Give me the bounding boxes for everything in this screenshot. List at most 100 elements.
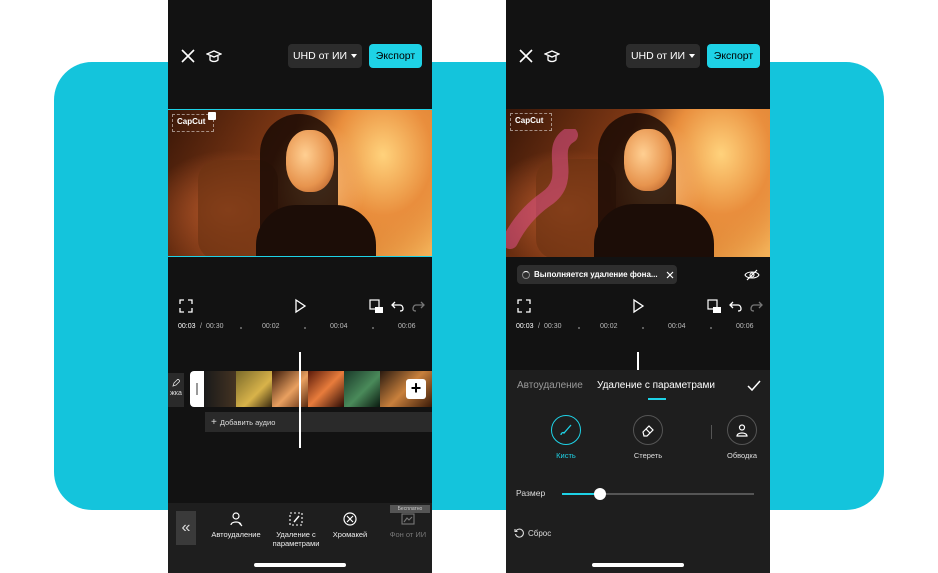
progress-text: Выполняется удаление фона... <box>534 270 658 279</box>
video-preview[interactable]: CapCut <box>168 109 432 257</box>
home-indicator <box>254 563 346 567</box>
add-audio-label: Добавить аудио <box>219 417 276 427</box>
redo-icon[interactable] <box>410 298 426 314</box>
current-time: 00:03 <box>178 323 196 330</box>
video-body <box>256 205 376 256</box>
home-indicator <box>592 563 684 567</box>
collapse-toolbar-button[interactable]: « <box>176 511 196 545</box>
close-icon[interactable] <box>180 48 196 64</box>
brush-frame-icon <box>289 512 303 526</box>
graduation-cap-icon[interactable] <box>544 48 560 64</box>
keyframe-icon[interactable] <box>706 298 722 314</box>
playhead[interactable] <box>299 352 301 448</box>
plus-icon: + <box>211 416 217 428</box>
video-preview[interactable]: CapCut <box>506 109 770 257</box>
reset-button[interactable]: Сброс <box>514 528 551 538</box>
spinner-icon <box>522 270 530 279</box>
size-slider[interactable] <box>562 488 754 500</box>
close-icon[interactable] <box>666 271 674 279</box>
fullscreen-icon[interactable] <box>516 298 532 314</box>
clip-frame <box>344 371 380 407</box>
ruler-mark: 00:04 <box>330 323 348 330</box>
tool-label: Кисть <box>556 451 576 460</box>
chevron-down-icon <box>689 54 696 58</box>
person-outline-icon <box>736 424 748 437</box>
undo-icon[interactable] <box>728 298 744 314</box>
clip-frame <box>204 371 236 407</box>
size-label: Размер <box>516 488 546 498</box>
tool-custom-remove[interactable]: Удаление с параметрами <box>268 511 324 548</box>
graduation-cap-icon[interactable] <box>206 48 222 64</box>
tool-label: Хромакей <box>332 530 368 539</box>
total-time: 00:30 <box>544 323 562 330</box>
quality-dropdown[interactable]: UHD от ИИ <box>288 44 362 68</box>
check-icon[interactable] <box>746 378 762 394</box>
removal-tabs: Автоудаление Удаление с параметрами <box>506 370 770 404</box>
clip-trim-handle[interactable] <box>190 371 204 407</box>
quality-dropdown[interactable]: UHD от ИИ <box>626 44 700 68</box>
ruler-mark: 00:02 <box>262 323 280 330</box>
ruler-mark: 00:02 <box>600 323 618 330</box>
tool-label: Обводка <box>726 451 758 460</box>
playback-controls <box>506 298 770 316</box>
outline-tool-button[interactable]: Обводка <box>712 415 770 460</box>
video-clip-track[interactable] <box>190 371 432 407</box>
eraser-tool-circle <box>633 415 663 445</box>
export-button[interactable]: Экспорт <box>707 44 760 68</box>
size-slider-knob[interactable] <box>594 488 607 500</box>
time-separator: / <box>200 323 202 330</box>
export-button[interactable]: Экспорт <box>369 44 422 68</box>
reset-icon <box>514 528 524 538</box>
watermark[interactable]: CapCut <box>510 113 552 131</box>
current-time: 00:03 <box>516 323 534 330</box>
removal-progress-toast: Выполняется удаление фона... <box>517 265 677 284</box>
add-clip-button[interactable]: + <box>406 379 426 399</box>
eraser-tool-button[interactable]: Стереть <box>618 415 678 460</box>
brush-tool-button[interactable]: Кисть <box>536 415 596 460</box>
pencil-icon <box>172 379 180 387</box>
cover-label: жка <box>170 390 182 397</box>
phone-editor-right: UHD от ИИ Экспорт CapCut Выполняется уда… <box>506 0 770 573</box>
tab-underline <box>648 398 666 400</box>
add-audio-button[interactable]: + Добавить аудио <box>205 412 432 432</box>
eye-off-icon[interactable] <box>744 267 760 283</box>
keyframe-icon[interactable] <box>368 298 384 314</box>
brush-tool-circle <box>551 415 581 445</box>
tab-auto-remove[interactable]: Автоудаление <box>517 380 583 391</box>
tool-label: Автоудаление <box>211 530 261 539</box>
ruler-mark: 00:06 <box>736 323 754 330</box>
chroma-key-icon <box>343 512 357 526</box>
cover-button[interactable]: жка <box>168 373 184 407</box>
tab-custom-remove[interactable]: Удаление с параметрами <box>597 380 715 391</box>
close-icon[interactable] <box>518 48 534 64</box>
play-icon[interactable] <box>630 298 646 314</box>
ruler-dot <box>240 327 242 329</box>
ruler-dot <box>578 327 580 329</box>
ruler-dot <box>372 327 374 329</box>
quality-label: UHD от ИИ <box>292 50 348 62</box>
brush-icon <box>560 424 572 436</box>
play-icon[interactable] <box>292 298 308 314</box>
chevron-down-icon <box>351 54 358 58</box>
playhead[interactable] <box>637 352 639 370</box>
tool-chroma-key[interactable]: Хромакей <box>322 511 378 539</box>
fullscreen-icon[interactable] <box>178 298 194 314</box>
clip-frame <box>272 371 308 407</box>
undo-icon[interactable] <box>390 298 406 314</box>
redo-icon[interactable] <box>748 298 764 314</box>
ruler-mark: 00:04 <box>668 323 686 330</box>
time-separator: / <box>538 323 540 330</box>
tool-auto-remove[interactable]: Автоудаление <box>208 511 264 539</box>
eraser-icon <box>642 425 654 437</box>
video-body <box>594 204 714 257</box>
edit-watermark-icon[interactable] <box>208 112 216 120</box>
ai-background-icon <box>401 513 415 525</box>
total-time: 00:30 <box>206 323 224 330</box>
tool-label: Фон от ИИ <box>389 530 427 539</box>
custom-removal-panel: Автоудаление Удаление с параметрами Кист… <box>506 370 770 573</box>
ruler-dot <box>710 327 712 329</box>
tool-label: Удаление с параметрами <box>272 530 320 548</box>
timecode-ruler: 00:03 / 00:30 00:02 00:04 00:06 <box>178 323 428 335</box>
person-scan-icon <box>230 512 243 527</box>
tool-ai-background[interactable]: Фон от ИИ <box>380 511 432 539</box>
